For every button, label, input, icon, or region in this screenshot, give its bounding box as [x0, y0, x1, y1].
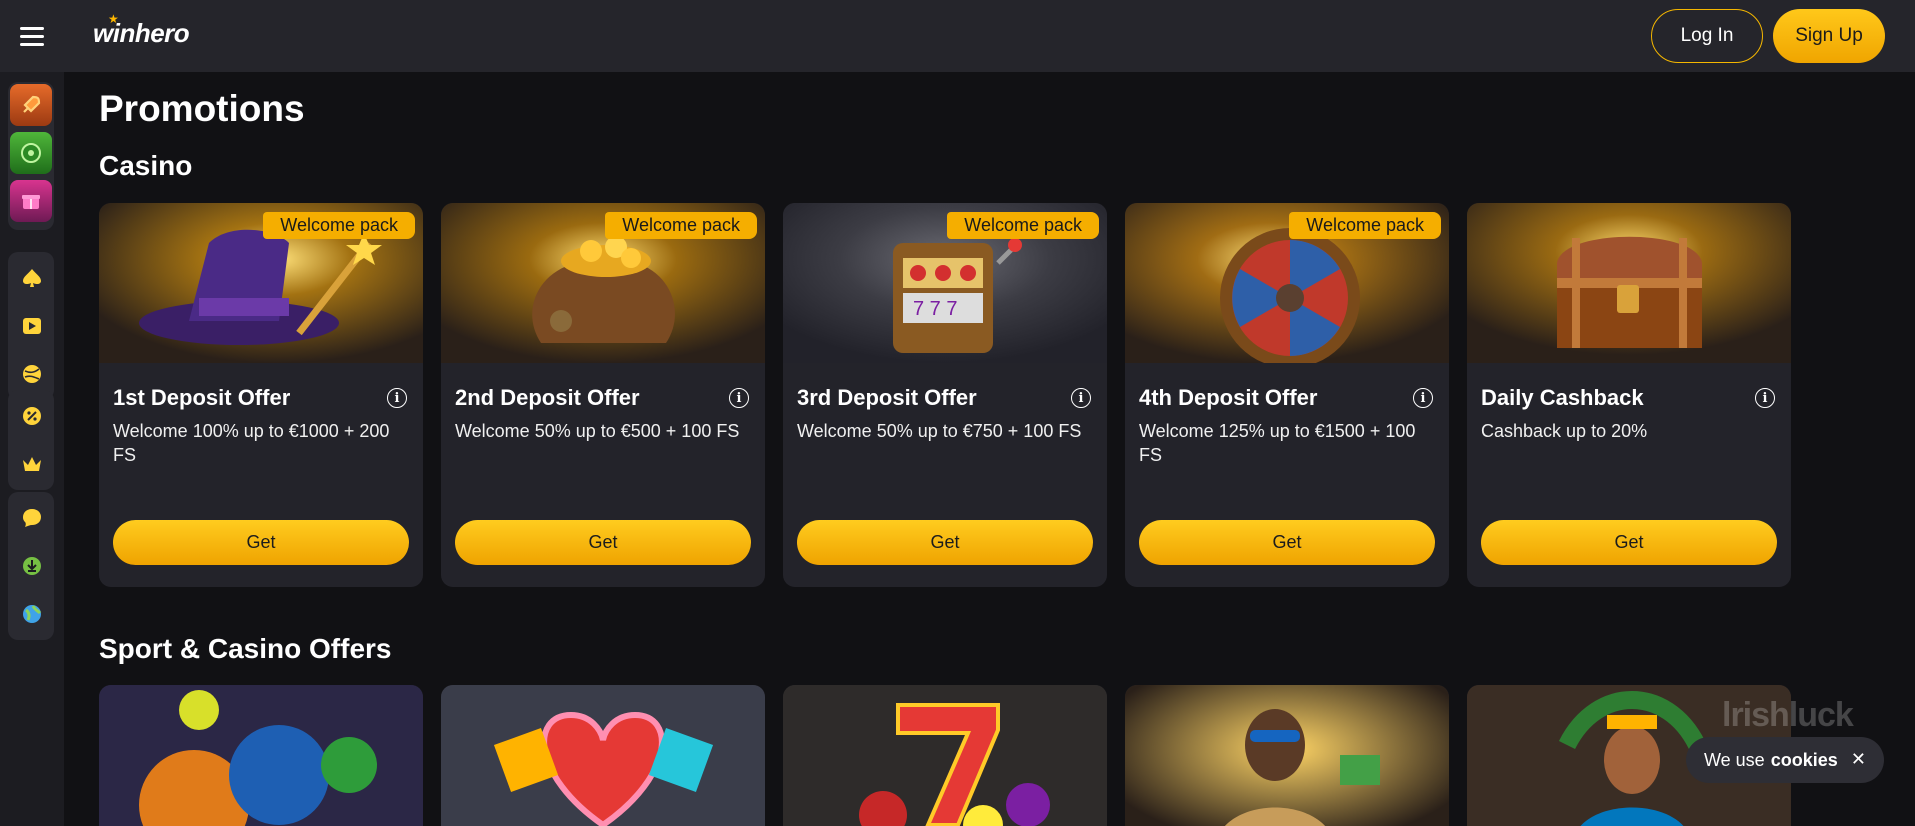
sidebar	[0, 72, 64, 826]
wheel-icon[interactable]	[10, 132, 52, 174]
signup-button[interactable]: Sign Up	[1773, 9, 1885, 63]
get-offer-button[interactable]: Get	[1139, 520, 1435, 565]
page-title: Promotions	[99, 88, 305, 129]
info-icon[interactable]: i	[1413, 388, 1433, 408]
menu-icon[interactable]	[20, 27, 44, 46]
lucky-seven-image	[783, 685, 1107, 826]
welcome-pack-badge: Welcome pack	[947, 212, 1099, 239]
spade-icon[interactable]	[21, 267, 43, 289]
top-header: ★ winhero Log In Sign Up	[0, 0, 1915, 72]
login-button[interactable]: Log In	[1651, 9, 1763, 63]
celebrity-image	[1125, 685, 1449, 826]
welcome-pack-badge: Welcome pack	[1289, 212, 1441, 239]
gift-box-icon[interactable]	[10, 180, 52, 222]
sport-offer-card-4[interactable]	[1125, 685, 1449, 826]
close-icon[interactable]: ✕	[1851, 749, 1866, 770]
cookie-banner: We use cookies ✕	[1686, 737, 1884, 783]
sidebar-group-promos	[8, 390, 54, 490]
download-icon[interactable]	[21, 555, 43, 577]
sport-offer-card-3[interactable]	[783, 685, 1107, 826]
offer-description: Welcome 50% up to €500 + 100 FS	[455, 421, 740, 441]
offer-title: 2nd Deposit Offer	[455, 385, 640, 410]
offer-card-3[interactable]: 7 7 7 Welcome pack 3rd Deposit Offer i W…	[783, 203, 1107, 587]
offer-card-4[interactable]: Welcome pack 4th Deposit Offer i Welcome…	[1125, 203, 1449, 587]
offer-card-1[interactable]: Welcome pack 1st Deposit Offer i Welcome…	[99, 203, 423, 587]
offer-title: Daily Cashback	[1481, 385, 1644, 410]
sidebar-group-featured	[8, 82, 54, 230]
sports-balls-image	[99, 685, 423, 826]
percent-icon[interactable]	[21, 405, 43, 427]
offer-card-5[interactable]: Daily Cashback i Cashback up to 20% Get	[1467, 203, 1791, 587]
get-offer-button[interactable]: Get	[113, 520, 409, 565]
offer-title: 4th Deposit Offer	[1139, 385, 1318, 410]
sidebar-group-games	[8, 252, 54, 400]
offer-card-2[interactable]: Welcome pack 2nd Deposit Offer i Welcome…	[441, 203, 765, 587]
crown-icon[interactable]	[21, 453, 43, 475]
offer-description: Cashback up to 20%	[1481, 421, 1648, 441]
treasure-chest-image	[1467, 203, 1791, 363]
watermark: lrishluck	[1722, 696, 1854, 734]
site-logo[interactable]: ★ winhero	[93, 12, 190, 49]
play-icon[interactable]	[21, 315, 43, 337]
offer-title: 3rd Deposit Offer	[797, 385, 977, 410]
info-icon[interactable]: i	[1071, 388, 1091, 408]
offer-description: Welcome 50% up to €750 + 100 FS	[797, 421, 1082, 441]
offer-description: Welcome 100% up to €1000 + 200 FS	[113, 421, 390, 465]
offer-title: 1st Deposit Offer	[113, 385, 291, 410]
rocket-icon[interactable]	[10, 84, 52, 126]
info-icon[interactable]: i	[1755, 388, 1775, 408]
get-offer-button[interactable]: Get	[797, 520, 1093, 565]
sport-casino-section-title: Sport & Casino Offers	[99, 633, 392, 664]
globe-icon[interactable]	[21, 603, 43, 625]
cookie-text: We use	[1704, 749, 1765, 770]
sport-offer-card-2[interactable]	[441, 685, 765, 826]
info-icon[interactable]: i	[387, 388, 407, 408]
gems-heart-image	[441, 685, 765, 826]
welcome-pack-badge: Welcome pack	[263, 212, 415, 239]
casino-section-title: Casino	[99, 150, 193, 181]
welcome-pack-badge: Welcome pack	[605, 212, 757, 239]
sidebar-group-tools	[8, 492, 54, 640]
offer-description: Welcome 125% up to €1500 + 100 FS	[1139, 421, 1416, 465]
get-offer-button[interactable]: Get	[455, 520, 751, 565]
sport-offer-card-1[interactable]	[99, 685, 423, 826]
svg-text:7 7 7: 7 7 7	[913, 298, 957, 320]
ball-icon[interactable]	[21, 363, 43, 385]
get-offer-button[interactable]: Get	[1481, 520, 1777, 565]
logo-star-icon: ★	[108, 12, 119, 26]
chat-icon[interactable]	[21, 507, 43, 529]
info-icon[interactable]: i	[729, 388, 749, 408]
cookie-link[interactable]: cookies	[1771, 750, 1838, 771]
